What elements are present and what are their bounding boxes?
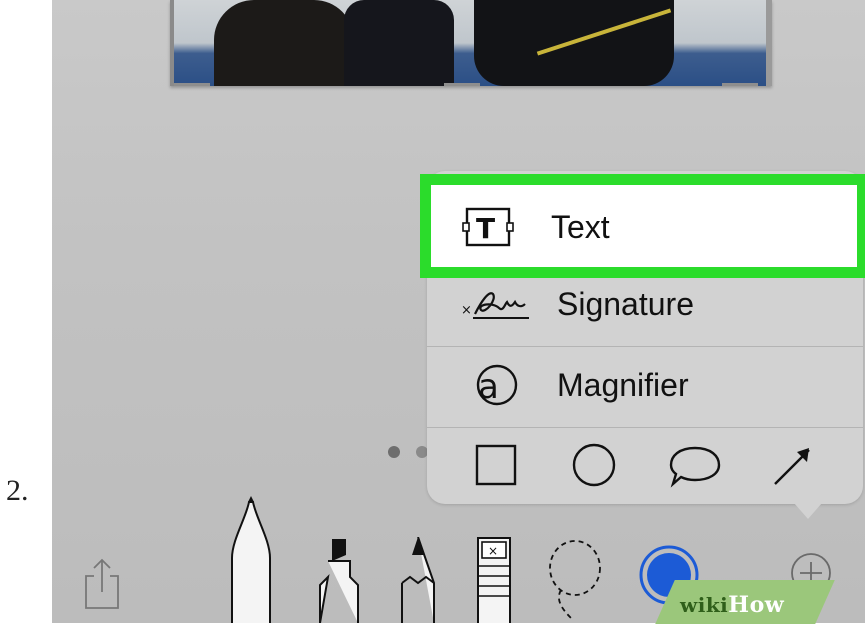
photo-person-middle [344, 0, 454, 86]
arrow-shape-icon[interactable] [767, 440, 817, 490]
resize-handle-middle[interactable] [444, 83, 480, 86]
pencil-tool-icon[interactable] [398, 536, 438, 623]
watermark-prefix: wiki [680, 593, 729, 617]
menu-item-label: Text [551, 208, 610, 245]
watermark-suffix: How [728, 592, 785, 618]
speech-bubble-shape-icon[interactable] [667, 440, 721, 490]
document-photo [170, 0, 772, 86]
shapes-row [427, 430, 863, 504]
resize-handle-right[interactable] [722, 83, 758, 86]
menu-item-label: Magnifier [557, 366, 689, 403]
resize-handle-left[interactable] [174, 83, 210, 86]
text-box-icon: T [461, 205, 515, 249]
photo-person-left [214, 0, 354, 86]
share-icon[interactable] [82, 556, 122, 617]
eraser-tool-icon[interactable]: × [476, 536, 516, 623]
step-number: 2. [6, 474, 29, 507]
page-dot [388, 446, 400, 458]
magnifier-icon: a [459, 362, 531, 408]
pen-tool-icon[interactable] [228, 496, 274, 623]
svg-text:×: × [461, 303, 472, 318]
ipad-screen: × Signature a Magnifier T Text × [52, 0, 865, 623]
menu-item-label: Signature [557, 285, 694, 322]
signature-icon: × [459, 284, 531, 324]
lasso-tool-icon[interactable] [545, 538, 607, 623]
svg-text:×: × [488, 544, 498, 558]
menu-item-magnifier[interactable]: a Magnifier [427, 345, 863, 425]
circle-shape-icon[interactable] [569, 440, 619, 490]
menu-item-text[interactable]: T Text [420, 174, 865, 278]
watermark-logo: wikiHow [680, 592, 784, 618]
menu-divider [427, 427, 863, 428]
square-shape-icon[interactable] [471, 440, 521, 490]
popover-tail [794, 503, 822, 519]
svg-text:T: T [476, 212, 495, 245]
svg-text:a: a [478, 367, 499, 407]
highlighter-tool-icon[interactable] [316, 537, 362, 623]
